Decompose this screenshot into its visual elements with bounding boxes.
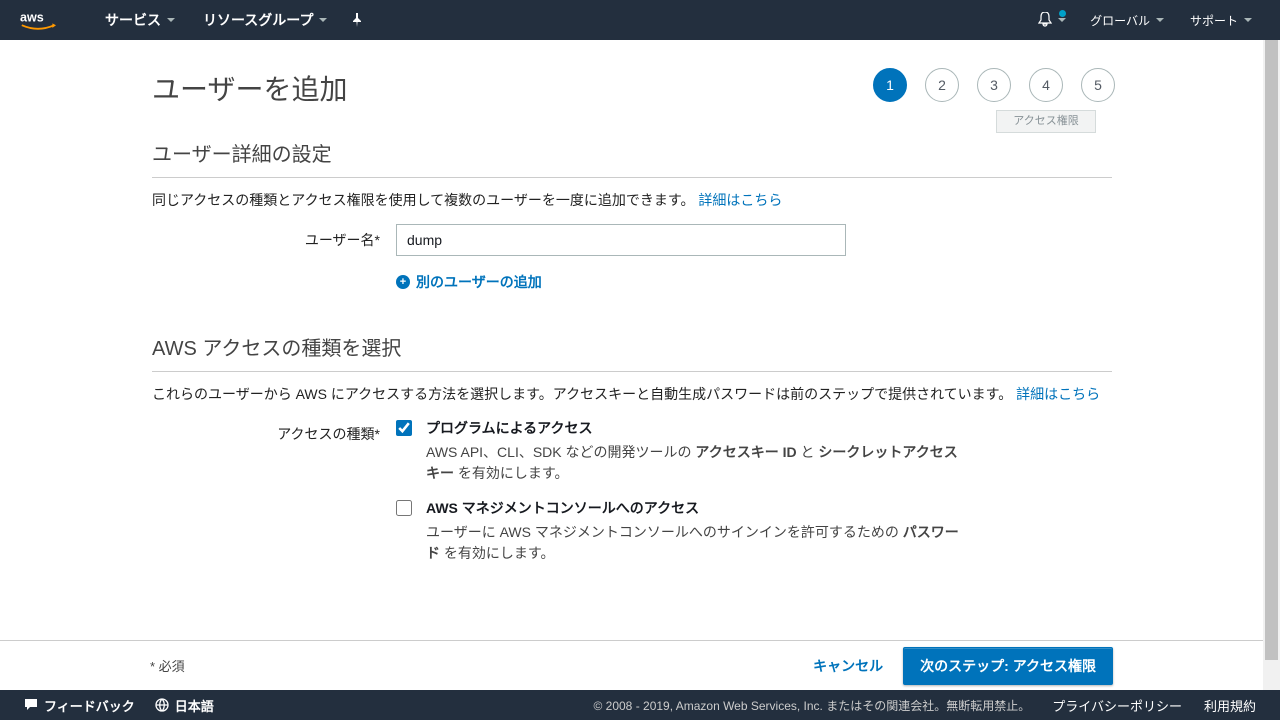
- section-user-details-desc: 同じアクセスの種類とアクセス権限を使用して複数のユーザーを一度に追加できます。 …: [152, 190, 1112, 210]
- nav-services-label: サービス: [105, 10, 161, 30]
- console-access-label: AWS マネジメントコンソールへのアクセス: [426, 498, 966, 518]
- programmatic-access-desc: AWS API、CLI、SDK などの開発ツールの アクセスキー ID と シー…: [426, 442, 966, 484]
- globe-icon: [155, 698, 169, 712]
- nav-region[interactable]: グローバル: [1082, 0, 1172, 40]
- chevron-down-icon: [1058, 18, 1066, 22]
- step-1[interactable]: 1: [873, 68, 907, 102]
- nav-resource-groups[interactable]: リソースグループ: [189, 0, 341, 40]
- access-type-label: アクセスの種類*: [152, 418, 396, 444]
- footer-copyright: © 2008 - 2019, Amazon Web Services, Inc.…: [593, 697, 1030, 714]
- next-step-button[interactable]: 次のステップ: アクセス権限: [903, 647, 1113, 685]
- chevron-down-icon: [1244, 18, 1252, 22]
- step-5[interactable]: 5: [1081, 68, 1115, 102]
- footer: フィードバック 日本語 © 2008 - 2019, Amazon Web Se…: [0, 690, 1280, 720]
- username-label: ユーザー名*: [152, 224, 396, 250]
- divider: [152, 177, 1112, 178]
- top-nav: aws サービス リソースグループ グローバル サポート: [0, 0, 1280, 40]
- console-access-desc: ユーザーに AWS マネジメントコンソールへのサインインを許可するための パスワ…: [426, 522, 966, 564]
- notification-dot-icon: [1059, 10, 1066, 17]
- username-input[interactable]: [396, 224, 846, 256]
- programmatic-access-checkbox[interactable]: [396, 420, 412, 436]
- feedback-button[interactable]: フィードバック: [24, 696, 135, 715]
- section-access-type-title: AWS アクセスの種類を選択: [152, 332, 1112, 361]
- section-access-type-desc: これらのユーザーから AWS にアクセスする方法を選択します。アクセスキーと自動…: [152, 384, 1112, 404]
- privacy-link[interactable]: プライバシーポリシー: [1052, 696, 1182, 715]
- speech-bubble-icon: [24, 698, 38, 712]
- divider: [152, 371, 1112, 372]
- language-button[interactable]: 日本語: [155, 696, 214, 715]
- terms-link[interactable]: 利用規約: [1204, 696, 1256, 715]
- nav-support[interactable]: サポート: [1182, 0, 1260, 40]
- learn-more-link-2[interactable]: 詳細はこちら: [1016, 386, 1100, 402]
- add-another-user-button[interactable]: + 別のユーザーの追加: [396, 272, 1112, 292]
- chevron-down-icon: [1156, 18, 1164, 22]
- nav-services[interactable]: サービス: [91, 0, 189, 40]
- main-content: ユーザーを追加 ユーザー詳細の設定 同じアクセスの種類とアクセス権限を使用して複…: [152, 40, 1112, 578]
- nav-region-label: グローバル: [1090, 12, 1150, 29]
- required-note: * 必須: [150, 656, 185, 675]
- nav-resource-groups-label: リソースグループ: [203, 10, 313, 30]
- step-tooltip: アクセス権限: [996, 110, 1096, 133]
- programmatic-access-label: プログラムによるアクセス: [426, 418, 966, 438]
- add-another-user-label: 別のユーザーの追加: [416, 272, 542, 292]
- language-label: 日本語: [175, 696, 214, 715]
- nav-support-label: サポート: [1190, 12, 1238, 29]
- section-user-details-title: ユーザー詳細の設定: [152, 138, 1112, 167]
- step-2[interactable]: 2: [925, 68, 959, 102]
- step-4[interactable]: 4: [1029, 68, 1063, 102]
- action-bar: * 必須 キャンセル 次のステップ: アクセス権限: [0, 640, 1263, 690]
- notifications-button[interactable]: [1032, 12, 1072, 28]
- cancel-button[interactable]: キャンセル: [813, 656, 883, 676]
- learn-more-link-1[interactable]: 詳細はこちら: [698, 192, 782, 208]
- scrollbar-thumb[interactable]: [1265, 40, 1278, 660]
- svg-text:aws: aws: [20, 11, 44, 25]
- bell-icon: [1038, 12, 1052, 28]
- pin-icon[interactable]: [341, 13, 373, 27]
- wizard-stepper: 1 2 3 4 5: [873, 68, 1115, 102]
- feedback-label: フィードバック: [44, 696, 135, 715]
- chevron-down-icon: [319, 18, 327, 22]
- plus-circle-icon: +: [396, 275, 410, 289]
- console-access-checkbox[interactable]: [396, 500, 412, 516]
- chevron-down-icon: [167, 18, 175, 22]
- vertical-scrollbar[interactable]: [1263, 40, 1280, 690]
- aws-logo[interactable]: aws: [20, 9, 56, 31]
- step-3[interactable]: 3: [977, 68, 1011, 102]
